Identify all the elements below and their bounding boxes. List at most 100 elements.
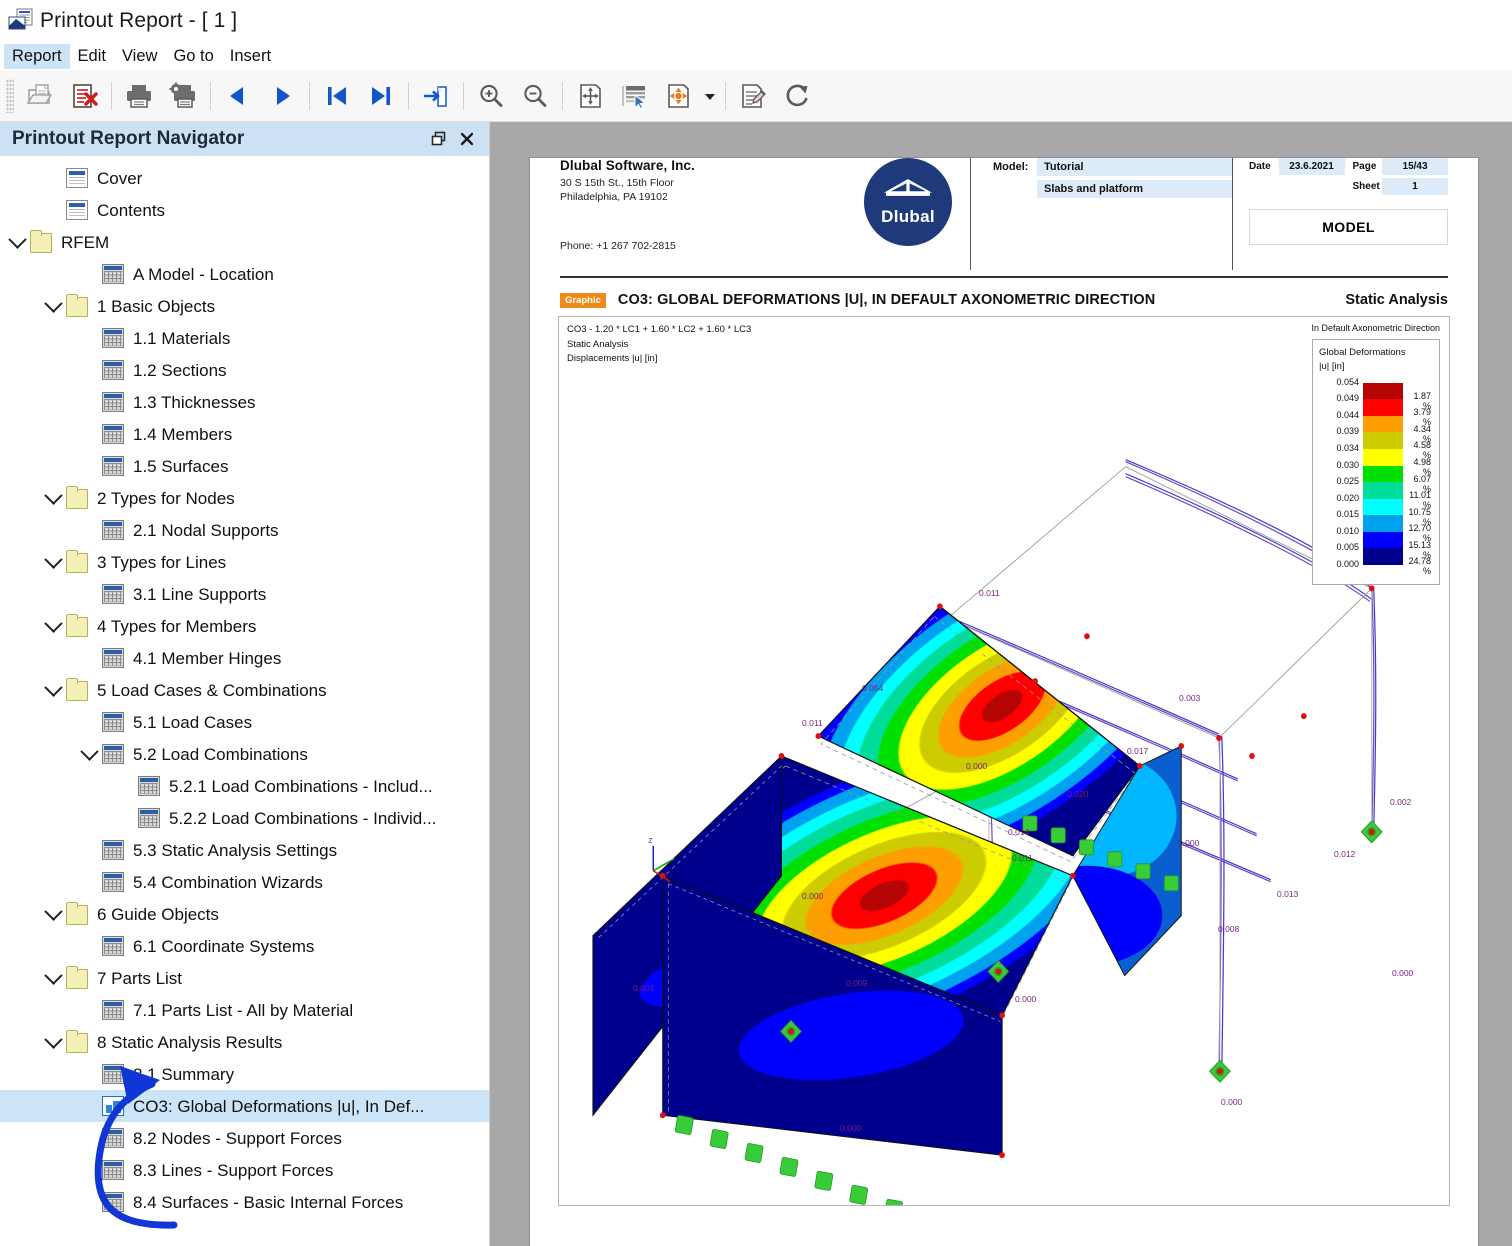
tree-item[interactable]: 5.4 Combination Wizards (0, 866, 489, 898)
expand-chevron-icon[interactable] (40, 293, 66, 313)
expand-chevron-icon[interactable] (4, 229, 30, 249)
expand-chevron-icon[interactable] (40, 901, 66, 921)
expand-chevron-icon[interactable] (76, 741, 102, 761)
document-viewer[interactable]: Dlubal Software, Inc. 30 S 15th St., 15t… (490, 122, 1512, 1246)
company-address-line2: Philadelphia, PA 19102 (560, 191, 668, 204)
company-phone: Phone: +1 267 702-2815 (560, 240, 676, 253)
color-legend: Global Deformations |u| [in] 0.054 0.049 0… (1312, 339, 1440, 585)
tree-item[interactable]: 4.1 Member Hinges (0, 642, 489, 674)
tree-item[interactable]: 6.1 Coordinate Systems (0, 930, 489, 962)
next-page-icon[interactable] (260, 74, 304, 118)
tree-item[interactable]: 4 Types for Members (0, 610, 489, 642)
menu-item-edit[interactable]: Edit (70, 44, 114, 69)
tree-item[interactable]: 5 Load Cases & Combinations (0, 674, 489, 706)
tree-item[interactable]: 3.1 Line Supports (0, 578, 489, 610)
tree-item[interactable]: 2.1 Nodal Supports (0, 514, 489, 546)
tree-item[interactable]: 3 Types for Lines (0, 546, 489, 578)
tree-item[interactable]: 7 Parts List (0, 962, 489, 994)
table-icon (102, 1128, 124, 1148)
tree-item[interactable]: Cover (0, 162, 489, 194)
expand-chevron-icon[interactable] (40, 677, 66, 697)
tree-item-label: 2 Types for Nodes (97, 488, 235, 508)
table-icon (102, 1000, 124, 1020)
tree-item[interactable]: 8.1 Summary (0, 1058, 489, 1090)
legend-tick: 0.020 (1336, 492, 1359, 503)
edit-page-icon[interactable] (731, 74, 775, 118)
dropdown-arrow-icon[interactable] (700, 74, 720, 118)
expand-chevron-icon[interactable] (40, 613, 66, 633)
tree-item[interactable]: 8.4 Surfaces - Basic Internal Forces (0, 1186, 489, 1218)
go-to-page-icon[interactable] (414, 74, 458, 118)
main-area: Printout Report Navigator Cover Contents R… (0, 122, 1512, 1246)
print-settings-icon[interactable] (161, 74, 205, 118)
tree-item[interactable]: A Model - Location (0, 258, 489, 290)
tree-item-label: 1.1 Materials (133, 328, 231, 348)
page-label: Page (1352, 161, 1377, 172)
select-content-icon[interactable] (612, 74, 656, 118)
expand-chevron-icon[interactable] (40, 549, 66, 569)
tree-item[interactable]: 6 Guide Objects (0, 898, 489, 930)
table-icon (102, 648, 124, 668)
table-icon (102, 1064, 124, 1084)
legend-tick: 0.005 (1336, 542, 1359, 553)
tree-item[interactable]: CO3: Global Deformations |u|, In Def... (0, 1090, 489, 1122)
document-icon (66, 200, 88, 220)
tree-item[interactable]: 1.3 Thicknesses (0, 386, 489, 418)
date-label: Date (1249, 161, 1271, 172)
tree-item[interactable]: 8 Static Analysis Results (0, 1026, 489, 1058)
menu-item-view[interactable]: View (114, 44, 165, 69)
toolbar-grip[interactable] (6, 78, 14, 113)
folder-icon (66, 294, 88, 317)
model-label: Model: (993, 161, 1029, 173)
menu-item-insert[interactable]: Insert (222, 44, 279, 69)
node-deformation-label: 0.003 (1179, 693, 1201, 703)
move-content-icon[interactable] (656, 74, 700, 118)
tree-item[interactable]: 1.5 Surfaces (0, 450, 489, 482)
tree-item[interactable]: 1.4 Members (0, 418, 489, 450)
dlubal-logo: Dlubal (864, 158, 952, 246)
navigator-tree[interactable]: Cover Contents RFEM A Model - Location 1 Bas… (0, 156, 489, 1246)
legend-tick: 0.025 (1336, 476, 1359, 487)
tree-item[interactable]: 7.1 Parts List - All by Material (0, 994, 489, 1026)
tree-item[interactable]: 2 Types for Nodes (0, 482, 489, 514)
tree-item-label: 5.2.2 Load Combinations - Individ... (169, 808, 437, 828)
expand-chevron-icon[interactable] (40, 965, 66, 985)
menu-item-goto[interactable]: Go to (165, 44, 221, 69)
tree-item[interactable]: RFEM (0, 226, 489, 258)
previous-page-icon[interactable] (216, 74, 260, 118)
model-description: Slabs and platform (1037, 180, 1232, 198)
open-report-icon[interactable] (18, 74, 62, 118)
tree-item[interactable]: 5.1 Load Cases (0, 706, 489, 738)
tree-item[interactable]: 5.3 Static Analysis Settings (0, 834, 489, 866)
tree-item[interactable]: 5.2.1 Load Combinations - Includ... (0, 770, 489, 802)
expand-chevron-icon[interactable] (40, 485, 66, 505)
expand-chevron-icon[interactable] (40, 1029, 66, 1049)
tree-item-label: 1.4 Members (133, 424, 233, 444)
first-page-icon[interactable] (315, 74, 359, 118)
close-icon[interactable] (453, 127, 481, 151)
legend-percentages: 1.87 % 3.79 % 4.34 % 4.58 % 4.98 % 6.07 % 11.0… (1407, 378, 1433, 577)
menu-item-report[interactable]: Report (4, 43, 70, 69)
folder-icon (66, 614, 88, 637)
table-icon (102, 424, 124, 444)
model-value: Tutorial (1037, 158, 1232, 176)
delete-report-icon[interactable] (62, 74, 106, 118)
tree-item[interactable]: 8.3 Lines - Support Forces (0, 1154, 489, 1186)
tree-item[interactable]: 1.2 Sections (0, 354, 489, 386)
node-deformation-label: 0.001 (633, 983, 655, 993)
zoom-out-icon[interactable] (513, 74, 557, 118)
tree-item[interactable]: 8.2 Nodes - Support Forces (0, 1122, 489, 1154)
fit-page-icon[interactable] (568, 74, 612, 118)
tree-item[interactable]: 1.1 Materials (0, 322, 489, 354)
tree-item[interactable]: 5.2.2 Load Combinations - Individ... (0, 802, 489, 834)
tree-item[interactable]: 1 Basic Objects (0, 290, 489, 322)
zoom-in-icon[interactable] (469, 74, 513, 118)
legend-tick: 0.030 (1336, 459, 1359, 470)
last-page-icon[interactable] (359, 74, 403, 118)
tree-item[interactable]: Contents (0, 194, 489, 226)
refresh-icon[interactable] (775, 74, 819, 118)
print-icon[interactable] (117, 74, 161, 118)
undock-icon[interactable] (425, 127, 453, 151)
tree-item[interactable]: 5.2 Load Combinations (0, 738, 489, 770)
table-icon (102, 392, 124, 412)
